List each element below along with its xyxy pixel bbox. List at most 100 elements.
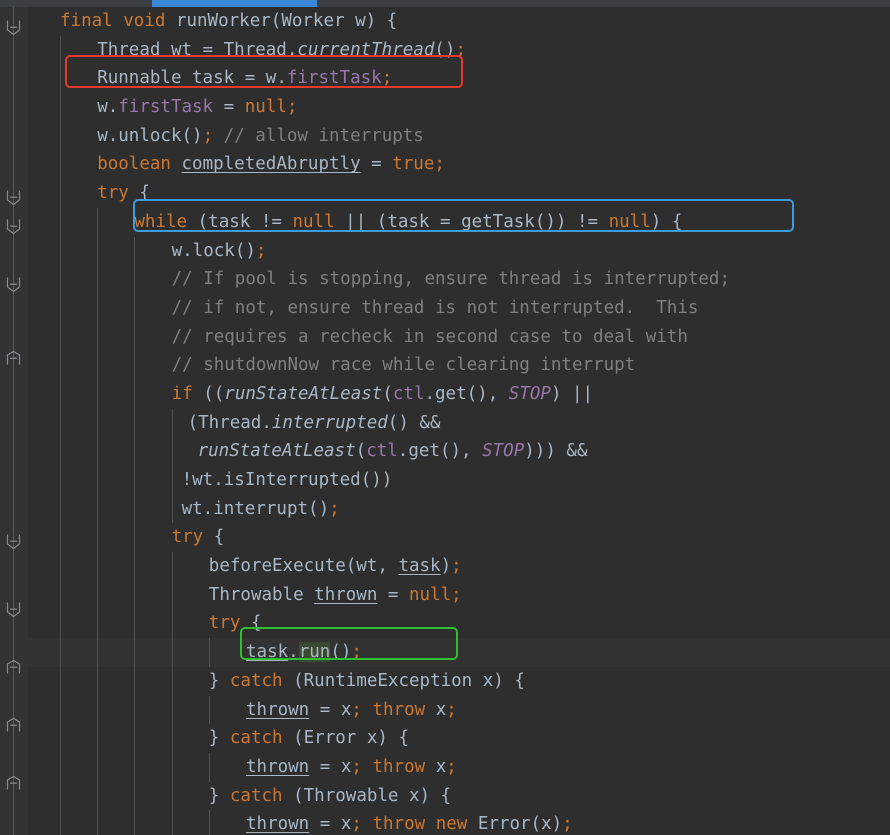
token-punc: ( — [355, 441, 367, 462]
code-line[interactable]: try { — [28, 609, 890, 639]
code-line[interactable]: try { — [28, 179, 890, 208]
code-line[interactable]: try { — [28, 523, 890, 553]
code-line[interactable]: } catch (Error x) { — [28, 724, 890, 753]
code-line[interactable]: wt.interrupt(); — [28, 494, 890, 524]
horizontal-scrollbar-track[interactable] — [0, 0, 890, 7]
token-semi: ; — [351, 814, 362, 835]
editor-gutter[interactable] — [0, 7, 28, 835]
indent-guide — [60, 666, 61, 696]
token-punc: } — [208, 670, 230, 691]
code-line[interactable]: if ((runStateAtLeast(ctl.get(), STOP) || — [28, 379, 890, 409]
indent-guide — [60, 265, 61, 294]
token-kw: true — [392, 154, 435, 175]
token-punc: = — [377, 584, 409, 605]
token-txt: Thread. — [223, 39, 298, 60]
fold-collapse-up-icon[interactable] — [5, 659, 22, 676]
token-punc: ()) != — [534, 211, 609, 232]
code-line[interactable]: // if not, ensure thread is not interrup… — [28, 293, 890, 323]
token-semi: ; — [446, 699, 457, 720]
token-kw: null — [408, 584, 452, 605]
token-punc: () && — [387, 412, 441, 433]
token-punc: ) || — [550, 383, 594, 404]
code-line[interactable]: (Thread.interrupted() && — [28, 408, 890, 438]
token-fld: ctl — [366, 441, 398, 462]
token-under: thrown — [246, 814, 310, 835]
indent-guide — [97, 207, 99, 237]
code-line[interactable]: while (task != null || (task = getTask()… — [28, 207, 890, 237]
indent-guide — [171, 695, 173, 725]
token-punc: (), — [439, 441, 483, 462]
code-line[interactable]: // shutdownNow race while clearing inter… — [28, 351, 890, 380]
token-txt: wt.isInterrupted — [192, 470, 361, 490]
indent-guide — [171, 408, 173, 438]
indent-guide — [60, 64, 61, 94]
indent-guide — [171, 552, 173, 581]
code-line[interactable]: final void runWorker(Worker w) { — [28, 7, 890, 36]
token-punc: { — [240, 613, 262, 634]
indent-guide — [171, 609, 173, 639]
indent-guide — [134, 236, 136, 266]
fold-collapse-up-icon[interactable] — [5, 775, 22, 792]
indent-guide — [97, 379, 99, 409]
indent-guide — [97, 408, 99, 438]
code-line[interactable]: Runnable task = w.firstTask; — [28, 64, 890, 94]
code-line[interactable]: // requires a recheck in second case to … — [28, 322, 890, 352]
code-line[interactable]: Throwable thrown = null; — [28, 580, 890, 610]
code-line[interactable]: Thread wt = Thread.currentThread(); — [28, 35, 890, 65]
code-line[interactable]: thrown = x; throw x; — [28, 695, 890, 725]
code-line[interactable]: !wt.isInterrupted()) — [28, 466, 890, 495]
indent-guide — [60, 494, 61, 524]
code-line[interactable]: w.firstTask = null; — [28, 93, 890, 122]
code-line-content: // requires a recheck in second case to … — [60, 327, 688, 347]
horizontal-scrollbar-thumb[interactable] — [152, 0, 317, 7]
fold-collapse-up-icon[interactable] — [5, 350, 22, 367]
fold-collapse-down-icon[interactable] — [5, 601, 22, 618]
indent-guide — [171, 752, 173, 782]
code-line[interactable]: task.run(); — [28, 638, 890, 667]
indent-guide — [97, 638, 99, 667]
code-line[interactable]: boolean completedAbruptly = true; — [28, 150, 890, 180]
code-text-area[interactable]: final void runWorker(Worker w) {Thread w… — [28, 7, 890, 835]
fold-collapse-down-icon[interactable] — [5, 19, 22, 36]
indent-guide — [97, 265, 99, 294]
code-line-content: wt.interrupt(); — [60, 499, 340, 519]
token-punc: ) — [440, 556, 452, 577]
fold-collapse-down-icon[interactable] — [5, 189, 22, 206]
code-line[interactable]: // If pool is stopping, ensure thread is… — [28, 265, 890, 294]
code-line[interactable]: w.lock(); — [28, 236, 890, 266]
code-line[interactable]: runStateAtLeast(ctl.get(), STOP))) && — [28, 437, 890, 466]
code-editor[interactable]: final void runWorker(Worker w) {Thread w… — [0, 0, 890, 835]
code-line-content: try { — [60, 613, 262, 634]
token-kw: if — [171, 383, 193, 404]
code-line[interactable]: beforeExecute(wt, task); — [28, 552, 890, 581]
code-line[interactable]: } catch (Throwable x) { — [28, 781, 890, 811]
code-line-content: !wt.isInterrupted()) — [60, 470, 393, 490]
token-kw: boolean — [97, 154, 171, 175]
token-txt: w.unlock — [97, 125, 182, 146]
indent-guide — [97, 752, 99, 782]
fold-collapse-down-icon[interactable] — [5, 276, 22, 293]
token-stat: runStateAtLeast — [197, 441, 356, 462]
code-line[interactable]: w.unlock(); // allow interrupts — [28, 121, 890, 151]
token-fld: ctl — [392, 383, 425, 404]
token-txt: Error — [467, 814, 531, 835]
code-line[interactable]: thrown = x; throw x; — [28, 752, 890, 782]
indent-guide — [134, 494, 136, 524]
indent-guide — [60, 552, 61, 581]
token-punc: () — [308, 498, 330, 519]
fold-collapse-down-icon[interactable] — [5, 533, 22, 550]
token-punc: ))) && — [524, 441, 588, 462]
indent-guide — [97, 552, 99, 581]
code-line-content: w.unlock(); // allow interrupts — [60, 126, 424, 146]
token-cnst: STOP — [482, 441, 525, 462]
indent-guide — [97, 466, 99, 495]
code-line[interactable]: } catch (RuntimeException x) { — [28, 666, 890, 696]
code-line[interactable]: thrown = x; throw new Error(x); — [28, 810, 890, 835]
token-punc: (x) — [530, 814, 563, 835]
indent-guide — [60, 437, 61, 466]
fold-collapse-up-icon[interactable] — [5, 717, 22, 734]
indent-guide — [97, 781, 99, 811]
fold-collapse-down-icon[interactable] — [5, 218, 22, 235]
